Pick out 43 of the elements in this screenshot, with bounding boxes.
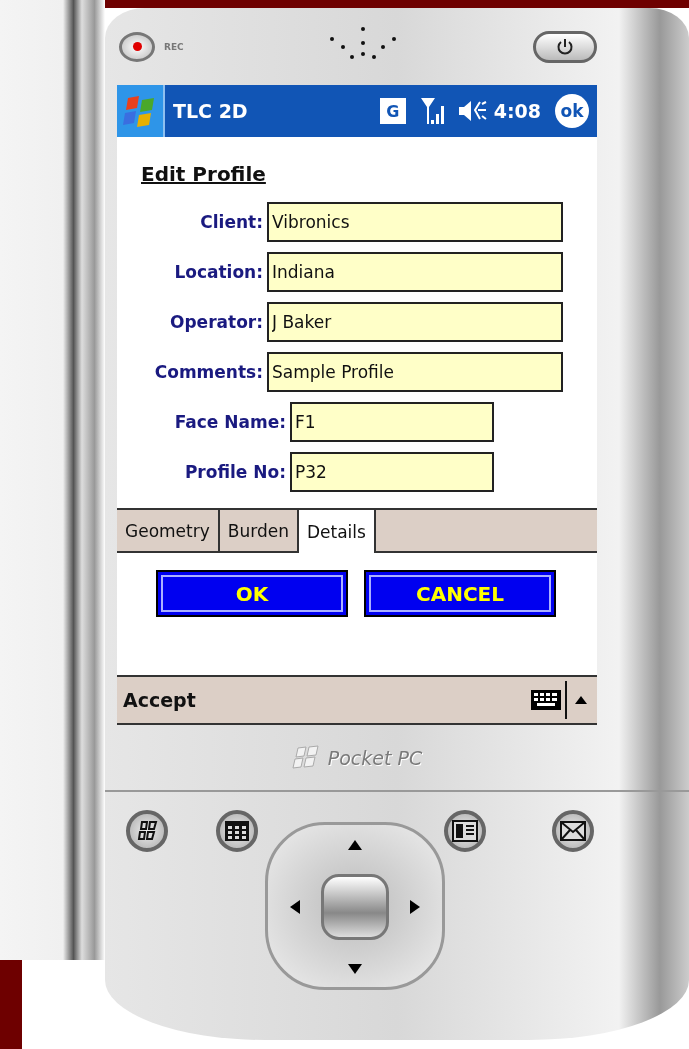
- left-arrow-icon: [289, 899, 301, 915]
- center-button[interactable]: [321, 874, 389, 940]
- record-button[interactable]: [119, 31, 155, 62]
- right-arrow-icon: [409, 899, 421, 915]
- rec-label: REC: [164, 41, 184, 52]
- tab[interactable]: Details: [298, 510, 376, 553]
- hardware-button[interactable]: [444, 810, 486, 852]
- app-title: TLC 2D: [173, 100, 248, 122]
- action-button[interactable]: OK: [156, 570, 348, 617]
- field-label: Profile No:: [183, 462, 287, 482]
- field-label: Operator:: [169, 312, 264, 332]
- text-field[interactable]: Vibronics: [267, 202, 563, 242]
- flag-icon: [291, 744, 322, 771]
- down-arrow-icon: [347, 963, 363, 975]
- volume-icon[interactable]: [457, 98, 488, 124]
- field-label: Location:: [173, 262, 264, 282]
- field-label: Comments:: [153, 362, 264, 382]
- network-badge: G: [379, 98, 406, 124]
- up-arrow-icon: [347, 839, 363, 851]
- menu-item[interactable]: Accept: [123, 689, 196, 711]
- hardware-button[interactable]: [126, 810, 168, 852]
- field-label: Client:: [199, 212, 264, 232]
- flag-icon: [136, 820, 158, 842]
- ok-button[interactable]: ok: [555, 94, 589, 128]
- grid-icon: [225, 821, 249, 841]
- text-field[interactable]: Indiana: [267, 252, 563, 292]
- keyboard-icon[interactable]: [530, 688, 562, 712]
- text-field[interactable]: Sample Profile: [267, 352, 563, 392]
- field-label: Face Name:: [173, 412, 287, 432]
- power-button[interactable]: [533, 30, 597, 63]
- form-heading: Edit Profile: [141, 162, 267, 188]
- envelope-icon: [560, 821, 586, 841]
- text-field[interactable]: F1: [290, 402, 494, 442]
- text-field[interactable]: P32: [290, 452, 494, 492]
- hardware-button[interactable]: [552, 810, 594, 852]
- power-icon: [556, 37, 574, 56]
- contacts-card-icon: [452, 820, 478, 842]
- hardware-button[interactable]: [216, 810, 258, 852]
- logo-text: Pocket PC: [327, 746, 423, 769]
- clock-text[interactable]: 4:08: [493, 100, 541, 122]
- caret-icon[interactable]: [573, 694, 589, 706]
- action-button[interactable]: CANCEL: [364, 570, 556, 617]
- start-button[interactable]: [117, 85, 165, 137]
